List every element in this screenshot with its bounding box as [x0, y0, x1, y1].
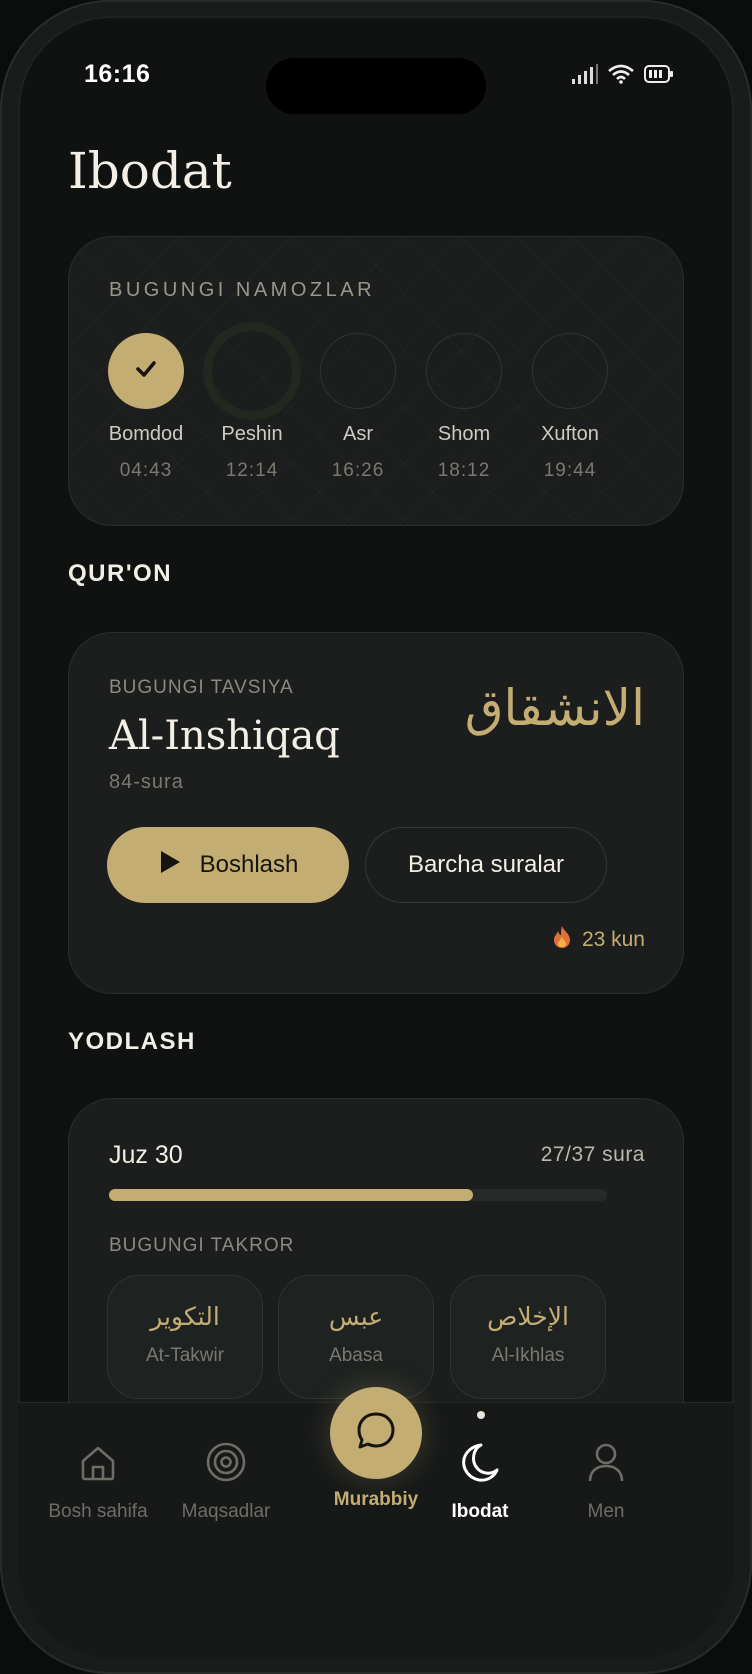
prayer-time: 12:14	[225, 460, 279, 481]
nav-label: Ibodat	[451, 1501, 509, 1522]
surah-arabic: الانشقاق	[464, 679, 645, 737]
all-surahs-button[interactable]: Barcha suralar	[365, 827, 607, 903]
active-indicator-dot	[477, 1411, 485, 1419]
surah-chip-latin: Abasa	[329, 1345, 383, 1366]
streak-text: 23 kun	[581, 928, 645, 951]
bottom-nav: Bosh sahifa Maqsadlar Murabbiy Ibodat Me…	[18, 1387, 734, 1658]
screen: 16:16 Ibodat BUGUNGI NAMOZLAR Bomdod 04:…	[18, 16, 734, 1658]
start-reading-label: Boshlash	[199, 851, 299, 878]
prayer-xufton[interactable]: Xufton 19:44	[515, 333, 625, 482]
nav-label: Maqsadlar	[181, 1501, 271, 1522]
nav-profile[interactable]: Men	[536, 1441, 676, 1523]
user-icon	[586, 1441, 626, 1489]
dynamic-island	[266, 58, 486, 114]
prayer-shom[interactable]: Shom 18:12	[409, 333, 519, 482]
wifi-icon	[608, 64, 634, 89]
surah-title: Al-Inshiqaq	[109, 713, 340, 759]
nav-home[interactable]: Bosh sahifa	[28, 1441, 168, 1523]
nav-worship[interactable]: Ibodat	[410, 1441, 550, 1523]
prayer-name: Asr	[343, 423, 373, 445]
prayer-pending-circle	[320, 333, 396, 409]
prayer-pending-circle	[532, 333, 608, 409]
start-reading-button[interactable]: Boshlash	[107, 827, 349, 903]
surah-chip-arabic: التكوير	[150, 1302, 220, 1331]
coach-bubble	[330, 1387, 422, 1479]
prayer-time: 04:43	[119, 460, 173, 481]
page-title: Ibodat	[68, 142, 232, 200]
status-time: 16:16	[84, 60, 151, 88]
prayer-name: Shom	[437, 423, 491, 445]
moon-icon	[459, 1441, 501, 1489]
surah-chip-latin: Al-Ikhlas	[491, 1345, 565, 1366]
prayer-time: 16:26	[331, 460, 385, 481]
play-icon	[158, 849, 182, 882]
memorize-section-label: YODLASH	[68, 1028, 196, 1055]
surah-chip-arabic: الإخلاص	[487, 1302, 569, 1331]
prayer-peshin[interactable]: Peshin 12:14	[197, 322, 307, 482]
memorize-progress-fill	[109, 1189, 473, 1201]
status-icons	[572, 64, 674, 89]
prayer-done-circle	[108, 333, 184, 409]
nav-label: Men	[587, 1501, 625, 1522]
signal-icon	[572, 64, 598, 89]
review-kicker: BUGUNGI TAKROR	[109, 1235, 295, 1256]
flame-icon	[552, 925, 572, 955]
check-icon	[133, 356, 159, 387]
prayer-name: Bomdod	[108, 423, 184, 445]
prayer-bomdod[interactable]: Bomdod 04:43	[91, 333, 201, 482]
memorize-progress-track	[109, 1189, 607, 1201]
quran-card: BUGUNGI TAVSIYA Al-Inshiqaq 84-sura الان…	[68, 632, 684, 994]
surah-chip-latin: At-Takwir	[145, 1345, 225, 1366]
prayers-heading: BUGUNGI NAMOZLAR	[109, 279, 376, 301]
nav-goals[interactable]: Maqsadlar	[156, 1441, 296, 1523]
prayer-time: 18:12	[437, 460, 491, 481]
prayer-time: 19:44	[543, 460, 597, 481]
surah-count: 27/37 sura	[540, 1143, 645, 1166]
recommendation-kicker: BUGUNGI TAVSIYA	[109, 677, 294, 698]
quran-section-label: QUR'ON	[68, 560, 173, 587]
prayer-name: Xufton	[541, 423, 599, 445]
surah-chip-arabic: عبس	[328, 1302, 384, 1331]
surah-number: 84-sura	[109, 771, 184, 793]
phone-frame: 16:16 Ibodat BUGUNGI NAMOZLAR Bomdod 04:…	[0, 0, 752, 1674]
review-surah-chip[interactable]: التكوير At-Takwir	[107, 1275, 263, 1399]
prayers-card: BUGUNGI NAMOZLAR Bomdod 04:43 Peshin 12:…	[68, 236, 684, 526]
prayer-asr[interactable]: Asr 16:26	[303, 333, 413, 482]
prayer-name: Peshin	[221, 423, 283, 445]
target-icon	[205, 1441, 247, 1489]
home-icon	[78, 1443, 118, 1489]
review-surah-chip[interactable]: عبس Abasa	[278, 1275, 434, 1399]
review-surah-chip[interactable]: الإخلاص Al-Ikhlas	[450, 1275, 606, 1399]
streak-indicator: 23 kun	[552, 925, 645, 955]
prayer-current-ring	[203, 322, 301, 420]
juz-label: Juz 30	[109, 1141, 183, 1169]
battery-icon	[644, 64, 674, 89]
chat-icon	[354, 1409, 398, 1458]
prayer-pending-circle	[426, 333, 502, 409]
nav-label: Bosh sahifa	[48, 1501, 148, 1522]
